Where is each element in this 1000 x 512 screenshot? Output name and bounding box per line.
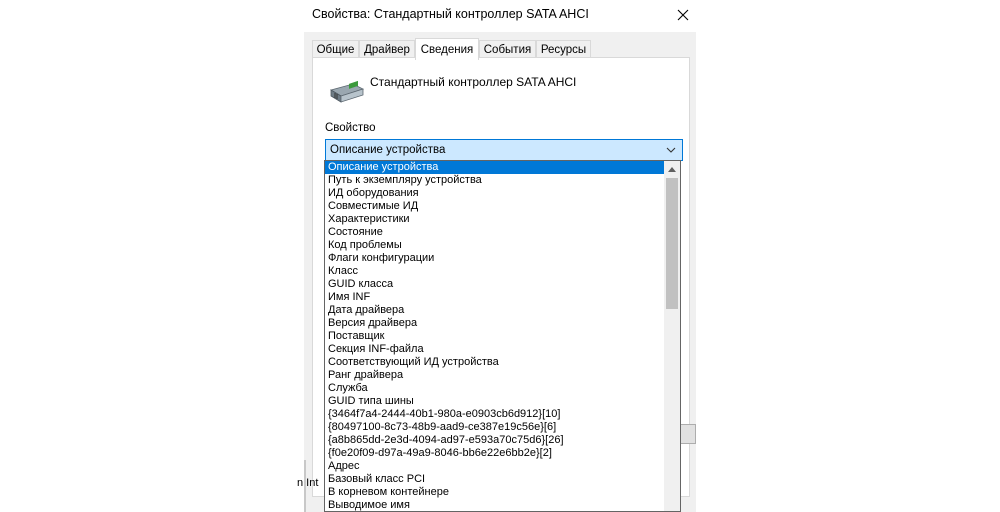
chevron-down-icon: [666, 147, 676, 153]
dropdown-item[interactable]: {3464f7a4-2444-40b1-980a-e0903cb6d912}[1…: [325, 408, 664, 421]
dropdown-item[interactable]: Состояние: [325, 226, 664, 239]
hidden-button-edge: [680, 424, 696, 444]
dropdown-item[interactable]: Код проблемы: [325, 239, 664, 252]
tab-general[interactable]: Общие: [312, 40, 359, 58]
dropdown-item[interactable]: Флаги конфигурации: [325, 252, 664, 265]
close-icon: [677, 9, 689, 21]
scroll-up-arrow-icon: [668, 167, 676, 172]
dropdown-item[interactable]: Секция INF-файла: [325, 343, 664, 356]
tab-details[interactable]: Сведения: [415, 38, 479, 60]
window-title: Свойства: Стандартный контроллер SATA AH…: [312, 7, 589, 21]
dropdown-item[interactable]: Адрес: [325, 460, 664, 473]
property-combobox[interactable]: Описание устройства: [325, 139, 683, 161]
tab-resources[interactable]: Ресурсы: [536, 40, 591, 58]
dropdown-item[interactable]: Поставщик: [325, 330, 664, 343]
dropdown-item[interactable]: Имя INF: [325, 291, 664, 304]
dropdown-item[interactable]: Базовый класс PCI: [325, 473, 664, 486]
dropdown-scrollbar[interactable]: [664, 161, 680, 511]
combobox-value: Описание устройства: [330, 144, 446, 156]
close-button[interactable]: [670, 2, 696, 28]
scroll-thumb[interactable]: [666, 178, 678, 309]
storage-controller-icon: [329, 80, 365, 103]
dropdown-items: Описание устройства Путь к экземпляру уст…: [325, 161, 664, 511]
dropdown-item[interactable]: Класс: [325, 265, 664, 278]
dropdown-item[interactable]: Ранг драйвера: [325, 369, 664, 382]
background-window-text: n Int: [297, 477, 319, 489]
device-name: Стандартный контроллер SATA AHCI: [370, 75, 577, 89]
dropdown-item[interactable]: Путь к экземпляру устройства: [325, 174, 664, 187]
property-dropdown-list[interactable]: Описание устройства Путь к экземпляру уст…: [324, 160, 681, 512]
tab-driver[interactable]: Драйвер: [359, 40, 415, 58]
dropdown-item[interactable]: Дата драйвера: [325, 304, 664, 317]
dropdown-item[interactable]: {f0e20f09-d97a-49a9-8046-bb6e22e6bb2e}[2…: [325, 447, 664, 460]
dropdown-item[interactable]: Описание устройства: [325, 161, 664, 174]
dropdown-item[interactable]: Выводимое имя: [325, 499, 664, 511]
dropdown-item[interactable]: ИД оборудования: [325, 187, 664, 200]
dropdown-item[interactable]: Совместимые ИД: [325, 200, 664, 213]
dropdown-item[interactable]: Служба: [325, 382, 664, 395]
dropdown-item[interactable]: Соответствующий ИД устройства: [325, 356, 664, 369]
property-label: Свойство: [325, 122, 376, 134]
dropdown-item[interactable]: GUID типа шины: [325, 395, 664, 408]
dropdown-item[interactable]: В корневом контейнере: [325, 486, 664, 499]
dropdown-item[interactable]: Версия драйвера: [325, 317, 664, 330]
scroll-up-button[interactable]: [664, 161, 680, 178]
dropdown-item[interactable]: Характеристики: [325, 213, 664, 226]
tab-events[interactable]: События: [479, 40, 536, 58]
title-bar: Свойства: Стандартный контроллер SATA AH…: [304, 0, 696, 32]
dropdown-item[interactable]: {80497100-8c73-48b9-aad9-ce387e19c56e}[6…: [325, 421, 664, 434]
dropdown-item[interactable]: {a8b865dd-2e3d-4094-ad97-e593a70c75d6}[2…: [325, 434, 664, 447]
dropdown-item[interactable]: GUID класса: [325, 278, 664, 291]
